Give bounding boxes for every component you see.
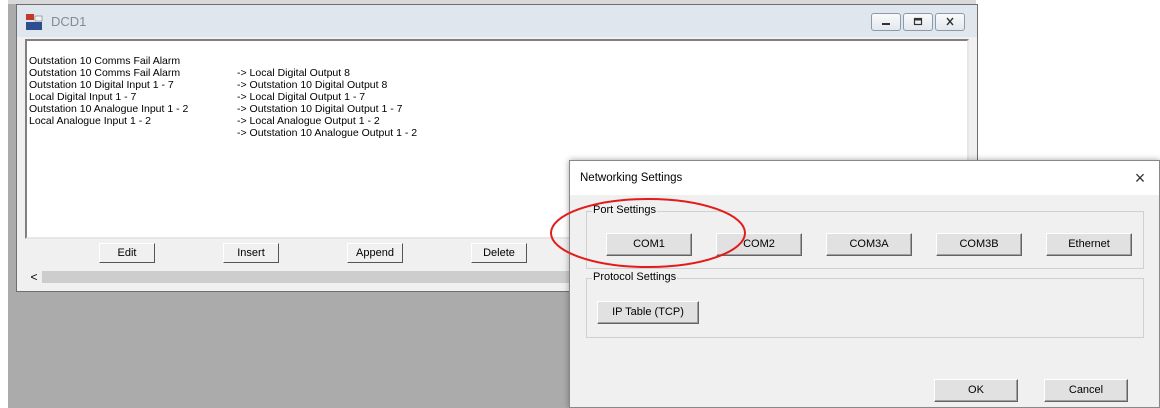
close-icon <box>946 17 954 26</box>
mapping-source: Outstation 10 Analogue Input 1 - 2 <box>29 103 189 115</box>
window-title: DCD1 <box>51 14 87 29</box>
restore-icon <box>913 17 923 26</box>
list-item[interactable]: Local Digital Input 1 - 7 -> Outstation … <box>29 79 402 115</box>
com2-button[interactable]: COM2 <box>716 233 802 256</box>
mapping-target: -> Outstation 10 Digital Output 8 <box>237 79 388 91</box>
scroll-left-icon[interactable]: < <box>27 270 41 284</box>
list-item[interactable]: Local Analogue Input 1 - 2 -> Outstation… <box>29 103 417 139</box>
ok-button[interactable]: OK <box>934 379 1018 402</box>
mapping-target: -> Local Digital Output 8 <box>237 67 350 79</box>
minimize-button[interactable] <box>871 13 901 31</box>
close-button[interactable] <box>935 13 965 31</box>
dialog-title: Networking Settings <box>580 172 683 184</box>
group-label: Protocol Settings <box>592 271 678 283</box>
minimize-icon <box>882 23 890 25</box>
com1-button[interactable]: COM1 <box>606 233 692 256</box>
networking-settings-dialog: Networking Settings × Port Settings COM1… <box>569 160 1160 408</box>
mapping-target: -> Local Analogue Output 1 - 2 <box>237 115 380 127</box>
append-button[interactable]: Append <box>347 243 403 263</box>
list-item[interactable]: Outstation 10 Digital Input 1 - 7 -> Loc… <box>29 67 365 103</box>
group-label: Port Settings <box>592 204 657 216</box>
scrollbar-thumb[interactable] <box>42 271 602 283</box>
insert-button[interactable]: Insert <box>223 243 279 263</box>
list-item[interactable]: Outstation 10 Comms Fail Alarm -> Local … <box>29 43 350 79</box>
dialog-titlebar[interactable]: Networking Settings × <box>570 161 1159 195</box>
mapping-target: -> Local Digital Output 1 - 7 <box>237 91 366 103</box>
close-icon[interactable]: × <box>1129 167 1151 189</box>
app-icon <box>26 14 43 30</box>
list-item[interactable]: Outstation 10 Analogue Input 1 - 2 -> Lo… <box>29 91 380 127</box>
mapping-source: Local Analogue Input 1 - 2 <box>29 115 152 127</box>
com3b-button[interactable]: COM3B <box>936 233 1022 256</box>
cancel-button[interactable]: Cancel <box>1044 379 1128 402</box>
edit-button[interactable]: Edit <box>99 243 155 263</box>
mapping-target: -> Outstation 10 Digital Output 1 - 7 <box>237 103 403 115</box>
list-item[interactable]: Outstation 10 Comms Fail Alarm -> Outsta… <box>29 55 387 91</box>
dcd-titlebar[interactable]: DCD1 <box>17 5 977 37</box>
ip-table-button[interactable]: IP Table (TCP) <box>597 301 699 324</box>
com3a-button[interactable]: COM3A <box>826 233 912 256</box>
mapping-target: -> Outstation 10 Analogue Output 1 - 2 <box>237 127 418 139</box>
ethernet-button[interactable]: Ethernet <box>1046 233 1132 256</box>
delete-button[interactable]: Delete <box>471 243 527 263</box>
restore-button[interactable] <box>903 13 933 31</box>
